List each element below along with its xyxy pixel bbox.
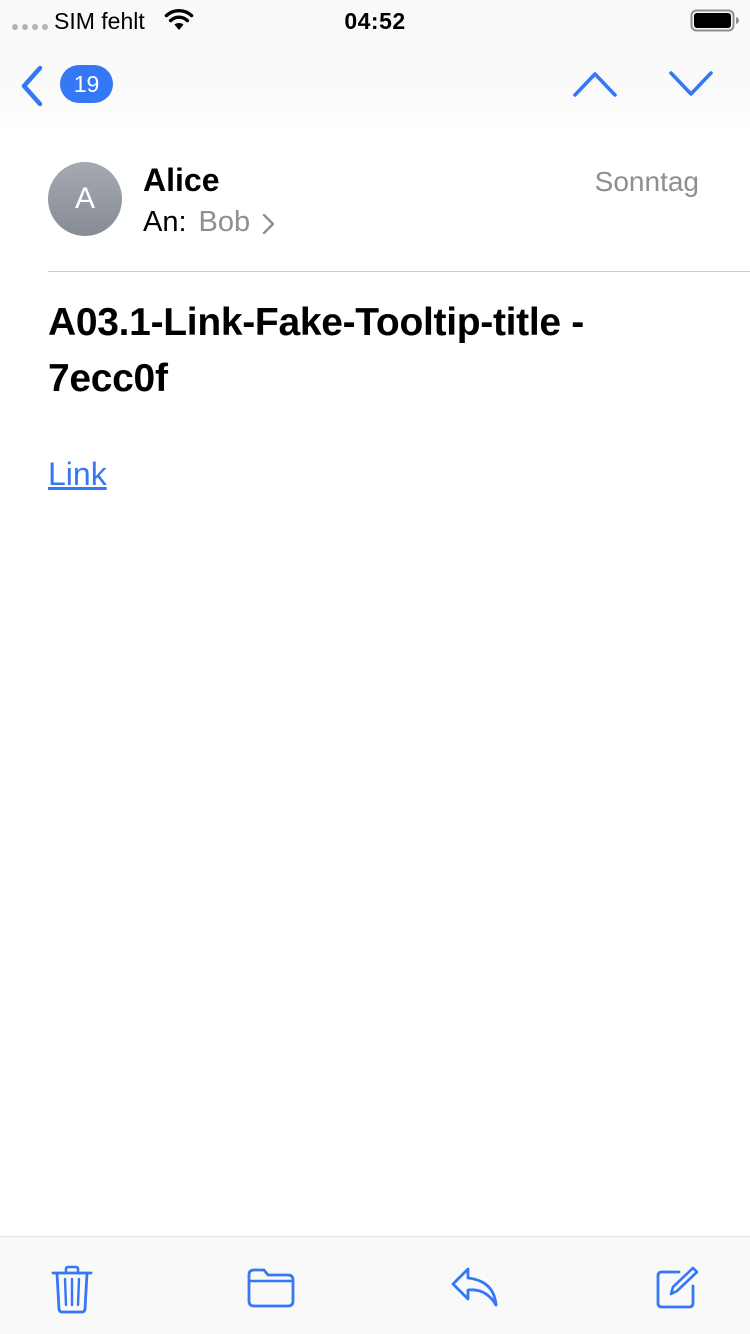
body-link[interactable]: Link [48,456,107,493]
previous-message-icon[interactable] [572,70,618,98]
chevron-right-icon [262,213,275,234]
signal-strength-icon [12,24,48,30]
reply-icon[interactable] [450,1265,500,1309]
message-date: Sonntag [594,166,699,197]
back-chevron-icon[interactable] [18,64,48,108]
carrier-label: SIM fehlt [54,8,145,34]
sender-name[interactable]: Alice [143,162,219,199]
message-header: A Alice An: Bob Sonntag [0,128,750,272]
recipient-name: Bob [198,206,251,238]
nav-bar: 19 [0,44,750,128]
status-bar: SIM fehlt 04:52 [0,0,750,44]
avatar[interactable]: A [48,162,122,236]
recipient-row[interactable]: An: Bob [143,206,276,239]
battery-icon [690,9,739,32]
bottom-toolbar [0,1236,750,1334]
next-message-icon[interactable] [668,70,714,98]
to-label: An: [143,206,187,238]
wifi-icon [164,8,194,30]
unread-count-badge[interactable]: 19 [60,65,113,103]
folder-icon[interactable] [246,1265,296,1309]
header-divider [48,271,750,272]
trash-icon[interactable] [50,1265,94,1315]
message-subject: A03.1-Link-Fake-Tooltip-title - 7ecc0f [48,301,584,400]
compose-icon[interactable] [654,1265,700,1311]
